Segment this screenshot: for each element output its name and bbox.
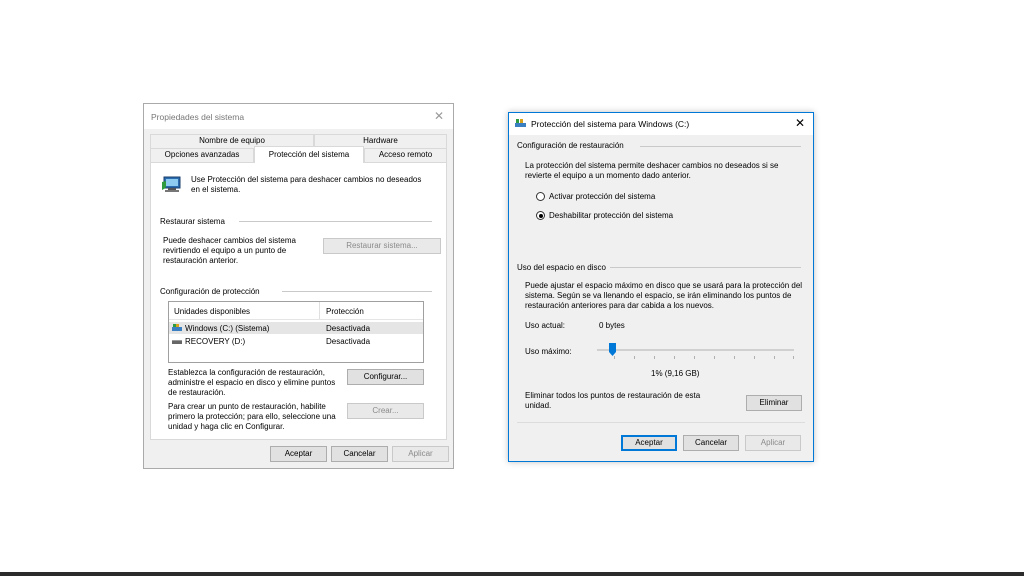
divider <box>239 221 432 222</box>
tab-label: Protección del sistema <box>268 150 350 159</box>
max-usage-slider[interactable] <box>597 341 794 363</box>
table-row[interactable]: RECOVERY (D:) Desactivada <box>169 335 423 347</box>
radio-button[interactable] <box>536 192 545 201</box>
close-icon[interactable]: ✕ <box>432 109 446 123</box>
slider-tick <box>774 356 775 359</box>
tab-proteccion-del-sistema[interactable]: Protección del sistema <box>254 146 364 163</box>
slider-track <box>597 349 794 351</box>
slider-thumb[interactable] <box>608 343 616 356</box>
disk-usage-heading: Uso del espacio en disco <box>517 263 606 272</box>
drive-name: Windows (C:) (Sistema) <box>185 324 270 333</box>
drive-icon <box>172 338 182 344</box>
apply-button[interactable]: Aplicar <box>392 446 449 462</box>
drive-status: Desactivada <box>326 324 371 333</box>
current-usage-value: 0 bytes <box>599 321 625 330</box>
intro-text: Use Protección del sistema para deshacer… <box>191 175 422 194</box>
current-usage-label: Uso actual: <box>525 321 566 330</box>
window-title: Propiedades del sistema <box>151 112 245 122</box>
divider <box>517 422 805 423</box>
close-icon[interactable]: ✕ <box>793 116 807 130</box>
radio-enable-protection[interactable]: Activar protección del sistema <box>536 191 696 203</box>
divider <box>610 267 801 268</box>
radio-label: Deshabilitar protección del sistema <box>549 211 674 220</box>
drive-status: Desactivada <box>326 337 371 346</box>
tab-label: Hardware <box>363 136 398 145</box>
delete-button[interactable]: Eliminar <box>746 395 802 411</box>
title-bar: Protección del sistema para Windows (C:)… <box>509 113 813 135</box>
delete-text: Eliminar todos los puntos de restauració… <box>525 391 701 410</box>
tab-acceso-remoto[interactable]: Acceso remoto <box>364 148 447 162</box>
tab-label: Opciones avanzadas <box>164 150 240 159</box>
max-usage-value: 1% (9,16 GB) <box>651 369 700 378</box>
disk-usage-text: Puede ajustar el espacio máximo en disco… <box>525 281 803 310</box>
restore-heading: Restaurar sistema <box>160 217 225 226</box>
slider-tick <box>714 356 715 359</box>
create-text: Para crear un punto de restauración, hab… <box>168 402 336 431</box>
restore-text: Puede deshacer cambios del sistema revir… <box>163 236 296 265</box>
restore-config-heading: Configuración de restauración <box>517 141 624 150</box>
restore-config-text: La protección del sistema permite deshac… <box>525 161 779 180</box>
radio-button[interactable] <box>536 211 545 220</box>
slider-tick <box>793 356 794 359</box>
taskbar-edge <box>0 572 1024 576</box>
column-header-units[interactable]: Unidades disponibles <box>174 307 250 316</box>
slider-tick <box>614 356 615 359</box>
restore-system-button[interactable]: Restaurar sistema... <box>323 238 441 254</box>
title-bar: Propiedades del sistema ✕ <box>144 104 453 129</box>
radio-label: Activar protección del sistema <box>549 192 656 201</box>
tab-label: Acceso remoto <box>378 150 433 159</box>
divider <box>640 146 801 147</box>
column-header-protection[interactable]: Protección <box>326 307 364 316</box>
tab-page: Use Protección del sistema para deshacer… <box>150 162 447 440</box>
create-button[interactable]: Crear... <box>347 403 424 419</box>
ok-button[interactable]: Aceptar <box>270 446 327 462</box>
tab-label: Nombre de equipo <box>199 136 265 145</box>
tab-opciones-avanzadas[interactable]: Opciones avanzadas <box>150 148 254 162</box>
cancel-button[interactable]: Cancelar <box>683 435 739 451</box>
system-protection-dialog: Protección del sistema para Windows (C:)… <box>508 112 814 462</box>
configure-button[interactable]: Configurar... <box>347 369 424 385</box>
max-usage-label: Uso máximo: <box>525 347 572 356</box>
protection-heading: Configuración de protección <box>160 287 260 296</box>
apply-button[interactable]: Aplicar <box>745 435 801 451</box>
drive-name: RECOVERY (D:) <box>185 337 246 346</box>
configure-text: Establezca la configuración de restaurac… <box>168 368 336 397</box>
slider-tick <box>694 356 695 359</box>
window-title: Protección del sistema para Windows (C:) <box>531 119 690 129</box>
slider-tick <box>734 356 735 359</box>
drive-icon <box>515 119 526 128</box>
slider-tick <box>674 356 675 359</box>
ok-button[interactable]: Aceptar <box>621 435 677 451</box>
drive-icon <box>172 324 182 332</box>
slider-tick <box>634 356 635 359</box>
system-protection-icon <box>161 173 183 195</box>
divider <box>282 291 432 292</box>
column-separator <box>319 302 320 319</box>
cancel-button[interactable]: Cancelar <box>331 446 388 462</box>
slider-tick <box>654 356 655 359</box>
slider-tick <box>754 356 755 359</box>
header-divider <box>169 319 423 320</box>
radio-disable-protection[interactable]: Deshabilitar protección del sistema <box>536 210 706 222</box>
table-row[interactable]: Windows (C:) (Sistema) Desactivada <box>169 322 423 334</box>
drives-table[interactable]: Unidades disponibles Protección Windows … <box>168 301 424 363</box>
system-properties-window: Propiedades del sistema ✕ Nombre de equi… <box>143 103 454 469</box>
